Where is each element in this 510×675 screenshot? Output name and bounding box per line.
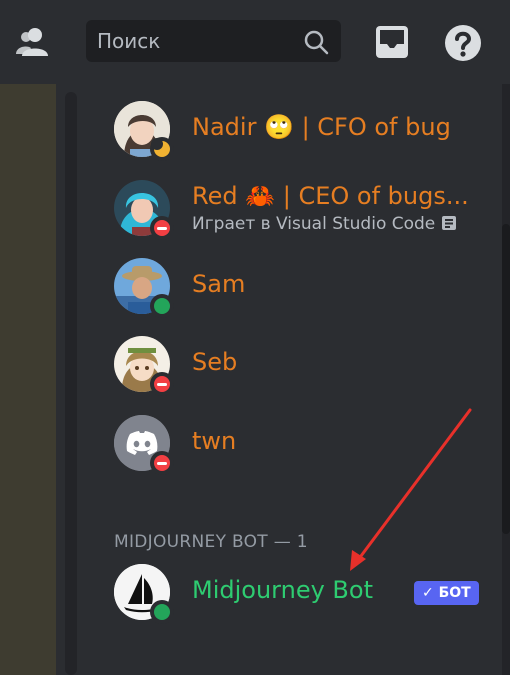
member-name: Seb [192, 348, 238, 376]
status-indicator-dnd [150, 216, 174, 240]
help-icon[interactable] [444, 24, 482, 62]
member-list: Nadir 🙄 | CFO of bug Red 🦀 | CEO of bugs… [86, 84, 510, 675]
activity-text: Играет в Visual Studio Code [192, 214, 436, 234]
member-item-red[interactable]: Red 🦀 | CEO of bugs... Играет в Visual S… [114, 180, 484, 240]
status-dot [154, 604, 170, 620]
search-icon[interactable] [303, 29, 329, 55]
status-dot [151, 138, 170, 157]
member-name: Sam [192, 270, 246, 298]
member-name: twn [192, 427, 237, 455]
status-indicator-dnd [150, 451, 174, 475]
inbox-icon[interactable] [374, 24, 410, 60]
status-dot [154, 376, 170, 392]
top-bar: Поиск [0, 0, 510, 84]
bot-badge: ✓ БОТ [414, 581, 479, 605]
member-activity: Играет в Visual Studio Code [192, 214, 457, 234]
member-item-sam[interactable]: Sam [114, 258, 484, 318]
search-input[interactable]: Поиск [97, 20, 160, 62]
status-dot [154, 298, 170, 314]
rich-presence-icon[interactable] [441, 215, 457, 231]
member-item-nadir[interactable]: Nadir 🙄 | CFO of bug [114, 101, 484, 161]
member-item-seb[interactable]: Seb [114, 336, 484, 396]
member-group-header: MIDJOURNEY BOT — 1 [114, 532, 308, 552]
members-list-icon[interactable] [14, 24, 54, 60]
status-indicator-idle [150, 137, 174, 161]
member-item-midjourney-bot[interactable]: Midjourney Bot ✓ БОТ [114, 564, 484, 624]
status-dot [154, 455, 170, 471]
chat-scroll-track [65, 92, 77, 675]
status-indicator-online [150, 294, 174, 318]
member-name: Nadir 🙄 | CFO of bug [192, 113, 451, 141]
chat-area [0, 84, 56, 675]
status-indicator-dnd [150, 372, 174, 396]
search-bar[interactable]: Поиск [86, 20, 341, 62]
member-name: Red 🦀 | CEO of bugs... [192, 182, 469, 210]
chat-scrollbar[interactable] [56, 84, 86, 675]
member-name: Midjourney Bot [192, 576, 373, 604]
status-dot [154, 220, 170, 236]
member-list-scroll-thumb[interactable] [502, 224, 510, 534]
member-item-twn[interactable]: twn [114, 415, 484, 475]
status-indicator-online [150, 600, 174, 624]
